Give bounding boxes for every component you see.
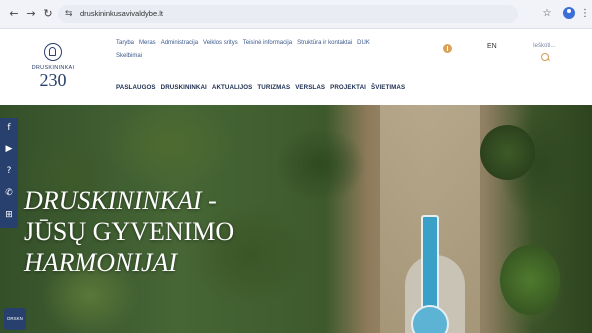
hero-title-line2: JŪSŲ GYVENIMO <box>24 217 235 246</box>
reload-icon[interactable]: ↻ <box>41 7 55 21</box>
browser-menu-icon[interactable]: ⋮ <box>578 7 592 21</box>
topnav-item-duk[interactable]: DUK <box>357 40 370 46</box>
accessibility-info-icon[interactable] <box>443 44 452 53</box>
hero-title-line1: DRUSKININKAI - <box>24 186 217 215</box>
help-icon[interactable]: ? <box>3 165 15 177</box>
site-header: DRUSKININKAI 230 Taryba Meras Administraci… <box>0 29 592 105</box>
mainnav-item-svietimas[interactable]: ŠVIETIMAS <box>371 84 405 91</box>
hero-banner: DRUSKININKAI - JŪSŲ GYVENIMO HARMONIJAI <box>0 105 592 333</box>
topnav-item-meras[interactable]: Meras <box>139 40 156 46</box>
hero-tree-graphic <box>500 245 560 315</box>
mainnav-item-paslaugos[interactable]: PASLAUGOS <box>116 84 156 91</box>
browser-toolbar: ← → ↻ ⇆ druskininkusavivaldybe.lt ☆ ⋮ <box>0 0 592 29</box>
topnav-item-skelbimai[interactable]: Skelbimai <box>116 53 142 59</box>
facebook-icon[interactable]: f <box>3 122 15 134</box>
language-switch[interactable]: EN <box>487 43 497 50</box>
topnav-item-struktura[interactable]: Struktūra ir kontaktai <box>297 40 352 46</box>
phone-icon[interactable]: ✆ <box>3 187 15 199</box>
mainnav-item-verslas[interactable]: VERSLAS <box>295 84 325 91</box>
hero-tree-graphic <box>480 125 535 180</box>
mainnav-item-druskininkai[interactable]: DRUSKININKAI <box>161 84 207 91</box>
corner-badge[interactable]: DRSKN <box>4 308 26 330</box>
topnav-item-taryba[interactable]: Taryba <box>116 40 134 46</box>
topnav-item-veiklos-sritys[interactable]: Veiklos sritys <box>203 40 238 46</box>
logo-number[interactable]: 230 <box>28 70 78 90</box>
hero-title-line3: HARMONIJAI <box>24 248 178 277</box>
social-sidebar: f ▶ ? ✆ ⊞ <box>0 118 18 228</box>
top-navigation: Taryba Meras Administracija Veiklos sritys T… <box>116 37 416 63</box>
search-input[interactable]: Ieškoti... <box>533 43 555 49</box>
site-info-icon[interactable]: ⇆ <box>65 8 73 20</box>
topnav-item-administracija[interactable]: Administracija <box>161 40 198 46</box>
search-icon[interactable] <box>541 53 549 61</box>
bookmark-star-icon[interactable]: ☆ <box>540 7 554 21</box>
address-bar[interactable]: ⇆ druskininkusavivaldybe.lt <box>58 5 518 23</box>
profile-avatar-icon[interactable] <box>563 7 575 19</box>
mainnav-item-projektai[interactable]: PROJEKTAI <box>330 84 366 91</box>
mainnav-item-turizmas[interactable]: TURIZMAS <box>257 84 290 91</box>
main-navigation: PASLAUGOS DRUSKININKAI AKTUALIJOS TURIZMAS V… <box>116 84 410 91</box>
coat-of-arms-icon[interactable] <box>44 43 62 61</box>
topnav-item-teisine-informacija[interactable]: Teisinė informacija <box>243 40 292 46</box>
youtube-icon[interactable]: ▶ <box>3 143 15 155</box>
mainnav-item-aktualijos[interactable]: AKTUALIJOS <box>212 84 253 91</box>
address-url[interactable]: druskininkusavivaldybe.lt <box>80 9 163 19</box>
forward-icon[interactable]: → <box>24 7 38 21</box>
hero-title: DRUSKININKAI - JŪSŲ GYVENIMO HARMONIJAI <box>24 185 234 278</box>
sitemap-icon[interactable]: ⊞ <box>3 209 15 221</box>
back-icon[interactable]: ← <box>7 7 21 21</box>
